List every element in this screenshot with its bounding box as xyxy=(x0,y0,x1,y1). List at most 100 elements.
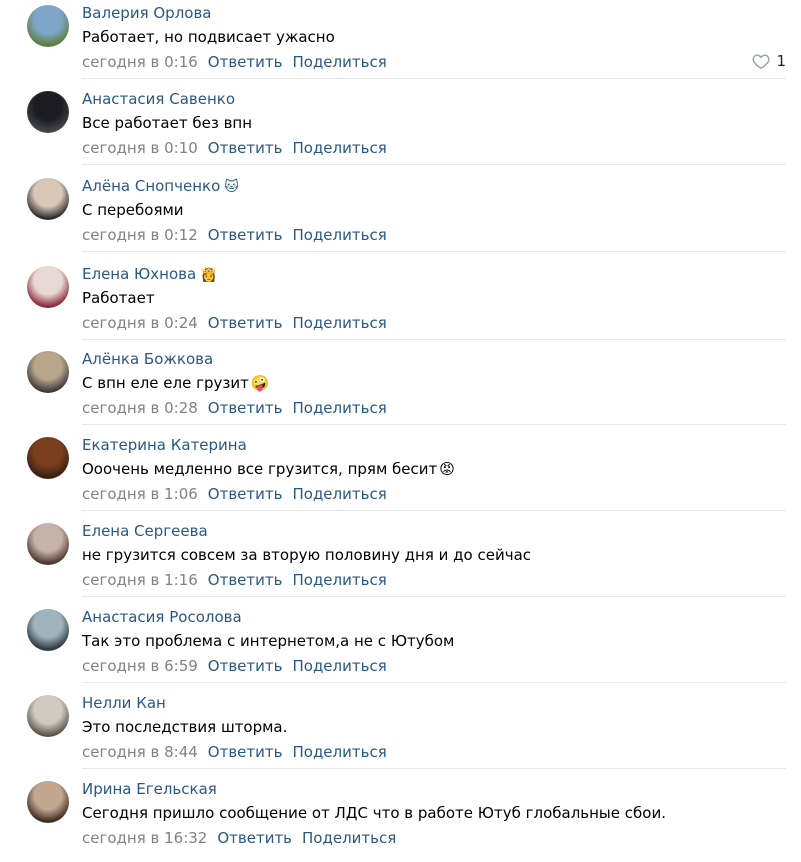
comment-text: Это последствия шторма. xyxy=(82,718,287,736)
comment-text: не грузится совсем за вторую половину дн… xyxy=(82,546,531,564)
comment-author[interactable]: Ирина Егельская xyxy=(82,780,217,798)
avatar[interactable] xyxy=(27,437,69,479)
share-button[interactable]: Поделиться xyxy=(292,399,386,417)
avatar[interactable] xyxy=(27,266,69,308)
avatar[interactable] xyxy=(27,781,69,823)
comment-text-body: Так это проблема с интернетом,а не с Юту… xyxy=(82,632,455,650)
comment-item: Анастасия Савенко Все работает без впн сег… xyxy=(0,86,801,172)
text-emoji-icon: 😡 xyxy=(439,460,455,478)
comment-date[interactable]: сегодня в 0:10 xyxy=(82,139,198,157)
avatar[interactable] xyxy=(27,178,69,220)
reply-button[interactable]: Ответить xyxy=(208,657,283,675)
comment-author-name[interactable]: Анастасия Савенко xyxy=(82,90,235,108)
comment-text: Все работает без впн xyxy=(82,114,252,132)
comment-author[interactable]: Алёнка Божкова xyxy=(82,350,213,368)
comment-text: Ооочень медленно все грузится, прям беси… xyxy=(82,460,455,478)
comment-author-name[interactable]: Алёнка Божкова xyxy=(82,350,213,368)
reply-button[interactable]: Ответить xyxy=(208,314,283,332)
like-button[interactable]: 1 xyxy=(752,52,786,70)
comment-meta: сегодня в 1:16 Ответить Поделиться xyxy=(82,571,387,589)
comment-date[interactable]: сегодня в 1:16 xyxy=(82,571,198,589)
reply-button[interactable]: Ответить xyxy=(208,226,283,244)
comment-author[interactable]: Валерия Орлова xyxy=(82,4,212,22)
comment-author-name[interactable]: Ирина Егельская xyxy=(82,780,217,798)
comment-date[interactable]: сегодня в 16:32 xyxy=(82,829,207,847)
comment-author[interactable]: Елена Сергеева xyxy=(82,522,208,540)
comment-meta: сегодня в 0:24 Ответить Поделиться xyxy=(82,314,387,332)
comment-meta: сегодня в 6:59 Ответить Поделиться xyxy=(82,657,387,675)
comment-text: Так это проблема с интернетом,а не с Юту… xyxy=(82,632,454,650)
comment-date[interactable]: сегодня в 0:12 xyxy=(82,226,198,244)
comment-text-body: Работает, но подвисает ужасно xyxy=(82,28,335,46)
comment-date[interactable]: сегодня в 0:28 xyxy=(82,399,198,417)
comment-date[interactable]: сегодня в 6:59 xyxy=(82,657,198,675)
comment-text-body: Сегодня пришло сообщение от ЛДС что в ра… xyxy=(82,804,666,822)
comment-author[interactable]: Алёна Снопченко 🐱 xyxy=(82,177,239,195)
avatar[interactable] xyxy=(27,91,69,133)
share-button[interactable]: Поделиться xyxy=(292,53,386,71)
author-emoji-icon: 👸 xyxy=(200,267,218,283)
share-button[interactable]: Поделиться xyxy=(292,743,386,761)
comment-date[interactable]: сегодня в 0:16 xyxy=(82,53,198,71)
reply-button[interactable]: Ответить xyxy=(208,485,283,503)
share-button[interactable]: Поделиться xyxy=(302,829,396,847)
reply-button[interactable]: Ответить xyxy=(208,571,283,589)
comment-author-name[interactable]: Валерия Орлова xyxy=(82,4,212,22)
comment-date[interactable]: сегодня в 8:44 xyxy=(82,743,198,761)
share-button[interactable]: Поделиться xyxy=(292,571,386,589)
comment-author[interactable]: Нелли Кан xyxy=(82,694,166,712)
comment-author-name[interactable]: Елена Сергеева xyxy=(82,522,208,540)
comment-date[interactable]: сегодня в 0:24 xyxy=(82,314,198,332)
comment-text-body: С впн еле еле грузит xyxy=(82,374,249,392)
comment-author[interactable]: Екатерина Катерина xyxy=(82,436,247,454)
reply-button[interactable]: Ответить xyxy=(208,399,283,417)
comment-author-name[interactable]: Анастасия Росолова xyxy=(82,608,242,626)
comment-text-body: Работает xyxy=(82,289,155,307)
share-button[interactable]: Поделиться xyxy=(292,657,386,675)
comment-author-name[interactable]: Алёна Снопченко xyxy=(82,177,220,195)
share-button[interactable]: Поделиться xyxy=(292,485,386,503)
comment-meta: сегодня в 0:28 Ответить Поделиться xyxy=(82,399,387,417)
comment-text: Работает, но подвисает ужасно xyxy=(82,28,335,46)
reply-button[interactable]: Ответить xyxy=(208,743,283,761)
divider xyxy=(82,339,786,340)
reply-button[interactable]: Ответить xyxy=(217,829,292,847)
share-button[interactable]: Поделиться xyxy=(292,314,386,332)
comment-meta: сегодня в 0:10 Ответить Поделиться xyxy=(82,139,387,157)
reply-button[interactable]: Ответить xyxy=(208,53,283,71)
reply-button[interactable]: Ответить xyxy=(208,139,283,157)
divider xyxy=(82,251,786,252)
comment-author-name[interactable]: Екатерина Катерина xyxy=(82,436,247,454)
share-button[interactable]: Поделиться xyxy=(292,139,386,157)
comment-author[interactable]: Анастасия Росолова xyxy=(82,608,242,626)
comment-text-body: не грузится совсем за вторую половину дн… xyxy=(82,546,532,564)
comment-text: С впн еле еле грузит 🤪 xyxy=(82,374,270,392)
heart-icon xyxy=(752,54,770,69)
comment-author[interactable]: Елена Юхнова 👸 xyxy=(82,265,218,283)
comment-text-body: Ооочень медленно все грузится, прям беси… xyxy=(82,460,438,478)
comment-date[interactable]: сегодня в 1:06 xyxy=(82,485,198,503)
avatar[interactable] xyxy=(27,695,69,737)
comment-author-name[interactable]: Нелли Кан xyxy=(82,694,166,712)
comment-meta: сегодня в 0:16 Ответить Поделиться xyxy=(82,53,387,71)
avatar[interactable] xyxy=(27,5,69,47)
comment-meta: сегодня в 0:12 Ответить Поделиться xyxy=(82,226,387,244)
avatar[interactable] xyxy=(27,523,69,565)
divider xyxy=(82,768,786,769)
divider xyxy=(82,596,786,597)
divider xyxy=(82,164,786,165)
comment-item: Алёна Снопченко 🐱 С перебоями сегодня в 0:1… xyxy=(0,173,801,259)
comment-text-body: Все работает без впн xyxy=(82,114,253,132)
divider xyxy=(82,682,786,683)
comment-text: С перебоями xyxy=(82,201,184,219)
comment-author-name[interactable]: Елена Юхнова xyxy=(82,265,196,283)
share-button[interactable]: Поделиться xyxy=(292,226,386,244)
comment-author[interactable]: Анастасия Савенко xyxy=(82,90,235,108)
comment-item: Алёнка Божкова С впн еле еле грузит 🤪 сегод… xyxy=(0,346,801,432)
divider xyxy=(82,510,786,511)
avatar[interactable] xyxy=(27,351,69,393)
avatar[interactable] xyxy=(27,609,69,651)
comment-text: Работает xyxy=(82,289,155,307)
comment-meta: сегодня в 16:32 Ответить Поделиться xyxy=(82,829,396,847)
divider xyxy=(82,78,786,79)
